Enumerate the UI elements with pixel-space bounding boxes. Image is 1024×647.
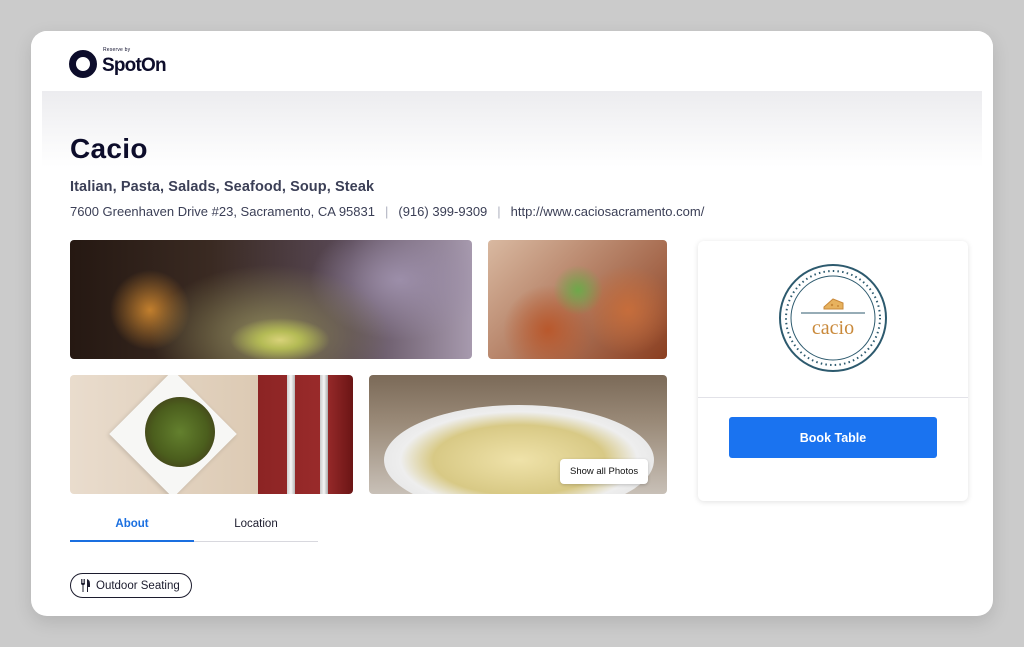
tab-location[interactable]: Location xyxy=(194,508,318,542)
show-all-photos-button[interactable]: Show all Photos xyxy=(560,459,649,484)
amenity-badge: Outdoor Seating xyxy=(70,573,192,598)
booking-panel: cacio Book Table xyxy=(698,241,968,501)
logo-tagline: Reserve by xyxy=(103,47,131,53)
top-bar: Reserve by SpotOn xyxy=(31,31,993,91)
header-band xyxy=(42,91,982,167)
panel-divider xyxy=(698,397,968,398)
spoton-ring-icon xyxy=(69,50,97,78)
restaurant-name: Cacio xyxy=(70,133,148,164)
photo-pasta[interactable] xyxy=(488,240,667,359)
logo-text: Reserve by SpotOn xyxy=(102,47,167,77)
food xyxy=(145,397,215,467)
spoton-logo[interactable]: Reserve by SpotOn xyxy=(69,47,167,79)
website-link[interactable]: http://www.caciosacramento.com/ xyxy=(511,204,705,219)
photo-salad[interactable] xyxy=(70,240,472,359)
fork xyxy=(287,375,295,494)
photo-brussels-sprouts[interactable] xyxy=(70,375,353,494)
address-text: 7600 Greenhaven Drive #23, Sacramento, C… xyxy=(70,204,375,219)
separator: | xyxy=(497,204,501,219)
cacio-logo: cacio xyxy=(779,264,887,372)
separator: | xyxy=(384,204,389,219)
book-table-button[interactable]: Book Table xyxy=(729,417,937,458)
tab-about[interactable]: About xyxy=(70,508,194,542)
contact-info: 7600 Greenhaven Drive #23, Sacramento, C… xyxy=(70,204,704,219)
cuisine-list: Italian, Pasta, Salads, Seafood, Soup, S… xyxy=(70,179,375,195)
tab-bar: About Location xyxy=(70,508,318,542)
amenity-label: Outdoor Seating xyxy=(96,579,180,592)
logo-wordmark: SpotOn xyxy=(102,55,167,76)
restaurant-card: Reserve by SpotOn Cacio Italian, Pasta, … xyxy=(31,31,993,616)
knife xyxy=(320,375,328,494)
cacio-logo-text: cacio xyxy=(812,317,854,339)
phone-link[interactable]: (916) 399-9309 xyxy=(398,204,487,219)
fork-knife-icon xyxy=(81,579,90,592)
